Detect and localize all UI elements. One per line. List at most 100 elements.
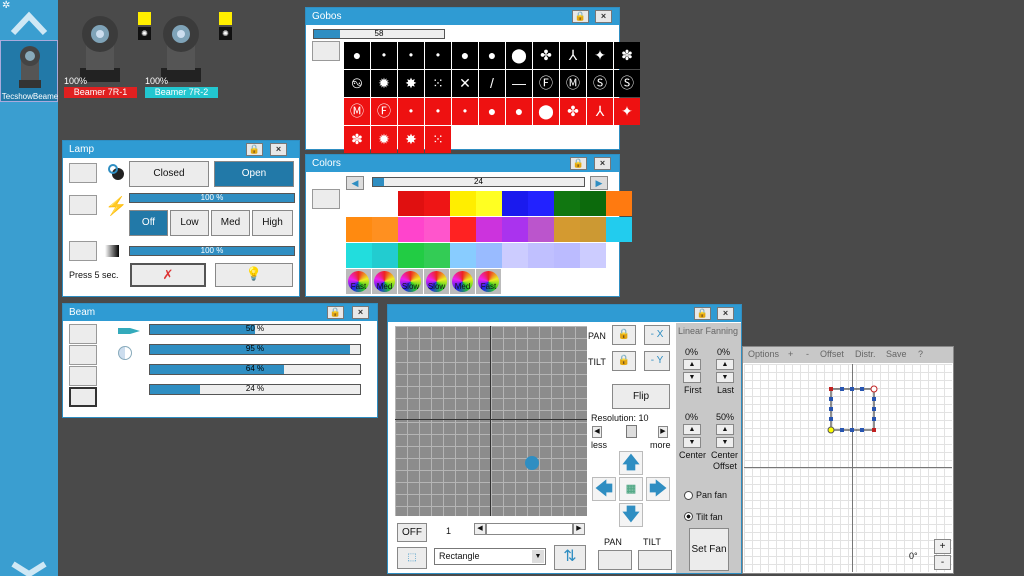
lock-icon[interactable]: 🔒 bbox=[694, 307, 711, 320]
beam-button-3[interactable] bbox=[69, 366, 97, 386]
gobo-bar-icon[interactable]: — bbox=[506, 70, 532, 97]
gobo-med-icon[interactable]: Ⓜ bbox=[344, 98, 370, 125]
pantilt-grid[interactable] bbox=[395, 326, 587, 516]
power-med-button[interactable]: Med bbox=[211, 210, 250, 236]
gobo-dots-icon[interactable]: ⁙ bbox=[425, 126, 451, 153]
lock-icon[interactable]: 🔒 bbox=[570, 157, 587, 170]
shape-menu-item[interactable]: ? bbox=[918, 349, 923, 359]
center-down-button[interactable]: ▼ bbox=[683, 437, 701, 448]
power-high-button[interactable]: High bbox=[252, 210, 293, 236]
gobo-slow-icon[interactable]: Ⓢ bbox=[587, 70, 613, 97]
resolution-less-arrow[interactable]: ◀ bbox=[592, 426, 602, 438]
gobo-slash-icon[interactable]: / bbox=[479, 70, 505, 97]
gobo-dot-medium-icon[interactable]: ● bbox=[479, 42, 505, 69]
color-swatch[interactable] bbox=[554, 191, 580, 216]
shape-grid[interactable]: 0° + - bbox=[744, 364, 952, 572]
invert-y-button[interactable]: - Y bbox=[644, 351, 670, 371]
gobo-open-button[interactable] bbox=[312, 41, 340, 61]
shutter-open-button[interactable]: Open bbox=[214, 161, 294, 187]
dimmer-button[interactable] bbox=[69, 241, 97, 261]
pan-fan-radio[interactable] bbox=[684, 491, 693, 500]
color-swatch[interactable] bbox=[528, 191, 554, 216]
color-open-button[interactable] bbox=[312, 189, 340, 209]
last-down-button[interactable]: ▼ bbox=[716, 372, 734, 383]
last-up-button[interactable]: ▲ bbox=[716, 359, 734, 370]
gobo-dot-icon[interactable]: • bbox=[425, 98, 451, 125]
lamp-off-button[interactable]: ✗ bbox=[130, 263, 206, 287]
gobo-tri-split-icon[interactable]: ⅄ bbox=[560, 42, 586, 69]
beam-level-bar[interactable]: 50 % bbox=[149, 324, 361, 335]
color-swatch[interactable] bbox=[502, 191, 528, 216]
gobo-burst-icon[interactable]: ✹ bbox=[371, 70, 397, 97]
color-swatch[interactable] bbox=[476, 243, 502, 268]
gobo-scatter-icon[interactable]: ✽ bbox=[614, 42, 640, 69]
color-swatch[interactable] bbox=[476, 191, 502, 216]
color-swatch[interactable] bbox=[580, 217, 606, 242]
gobo-fast-icon[interactable]: Ⓕ bbox=[533, 70, 559, 97]
rectangle-path[interactable] bbox=[824, 384, 884, 434]
beam-level-bar[interactable]: 95 % bbox=[149, 344, 361, 355]
gobo-dot-medium-icon[interactable]: ● bbox=[452, 42, 478, 69]
beam-level-bar[interactable]: 24 % bbox=[149, 384, 361, 395]
close-icon[interactable]: × bbox=[717, 307, 734, 320]
effect-off-button[interactable]: OFF bbox=[397, 523, 427, 542]
gobo-dot-icon[interactable]: ● bbox=[479, 98, 505, 125]
power-off-button[interactable]: Off bbox=[129, 210, 168, 236]
power-button[interactable] bbox=[69, 195, 97, 215]
color-swatch[interactable] bbox=[424, 191, 450, 216]
gobo-flower-icon[interactable]: ✤ bbox=[560, 98, 586, 125]
gobo-star-four-icon[interactable]: ✦ bbox=[614, 98, 640, 125]
tilt-fan-radio[interactable] bbox=[684, 512, 693, 521]
gobo-dot-icon[interactable]: • bbox=[452, 98, 478, 125]
color-swatch[interactable] bbox=[554, 217, 580, 242]
pan-lock-button[interactable]: 🔒 bbox=[612, 325, 636, 345]
gobo-med-icon[interactable]: Ⓜ bbox=[560, 70, 586, 97]
color-swatch[interactable] bbox=[450, 191, 476, 216]
gobo-dot-large-icon[interactable]: ⬤ bbox=[506, 42, 532, 69]
dimmer-level-bar[interactable]: 100 % bbox=[129, 246, 295, 256]
offset-down-button[interactable]: ▼ bbox=[716, 437, 734, 448]
close-icon[interactable]: × bbox=[270, 143, 287, 156]
color-swatch[interactable] bbox=[372, 243, 398, 268]
color-swatch[interactable] bbox=[502, 217, 528, 242]
color-wheel-button[interactable]: Slow bbox=[424, 269, 449, 294]
center-up-button[interactable]: ▲ bbox=[683, 424, 701, 435]
color-swatch[interactable] bbox=[346, 217, 372, 242]
gobo-flower-icon[interactable]: ✤ bbox=[533, 42, 559, 69]
beam-button-1[interactable] bbox=[69, 324, 97, 344]
color-prev-arrow[interactable]: ◀ bbox=[346, 176, 364, 190]
gobo-dot-large-icon[interactable]: ● bbox=[344, 42, 370, 69]
beam-level-bar[interactable]: 64 % bbox=[149, 364, 361, 375]
color-swatch[interactable] bbox=[398, 217, 424, 242]
gobo-swirl-icon[interactable]: ࿊ bbox=[344, 70, 370, 97]
first-up-button[interactable]: ▲ bbox=[683, 359, 701, 370]
shape-menu-item[interactable]: Offset bbox=[820, 349, 844, 359]
gobo-star-four-icon[interactable]: ✦ bbox=[587, 42, 613, 69]
arrow-left-button[interactable]: 🡄 bbox=[592, 477, 616, 501]
chevron-down-icon[interactable] bbox=[10, 560, 48, 576]
fixture-tile[interactable]: ✺ 100% Beamer 7R-1 bbox=[64, 8, 151, 100]
lock-icon[interactable]: 🔒 bbox=[327, 306, 344, 319]
color-next-arrow[interactable]: ▶ bbox=[590, 176, 608, 190]
beam-button-2[interactable] bbox=[69, 345, 97, 365]
resolution-slider-thumb[interactable] bbox=[626, 425, 637, 438]
first-down-button[interactable]: ▼ bbox=[683, 372, 701, 383]
color-swatch[interactable] bbox=[554, 243, 580, 268]
resolution-more-arrow[interactable]: ▶ bbox=[658, 426, 668, 438]
invert-x-button[interactable]: - X bbox=[644, 325, 670, 345]
position-dot[interactable] bbox=[525, 456, 539, 470]
color-swatch[interactable] bbox=[450, 243, 476, 268]
lamp-level-bar[interactable]: 100 % bbox=[129, 193, 295, 203]
color-swatch[interactable] bbox=[580, 243, 606, 268]
lock-icon[interactable]: 🔒 bbox=[246, 143, 263, 156]
color-swatch[interactable] bbox=[528, 217, 554, 242]
gobo-stripes-icon[interactable]: ✕ bbox=[452, 70, 478, 97]
gobo-splash-icon[interactable]: ✸ bbox=[398, 126, 424, 153]
set-fan-button[interactable]: Set Fan bbox=[689, 528, 729, 571]
shape-swap-button[interactable]: ⇅ bbox=[554, 545, 586, 570]
gobo-dot-icon[interactable]: ● bbox=[506, 98, 532, 125]
color-wheel-button[interactable]: Med bbox=[372, 269, 397, 294]
tilt-bottom-button[interactable] bbox=[638, 550, 672, 570]
gobo-dot-icon[interactable]: ⬤ bbox=[533, 98, 559, 125]
shutter-closed-button[interactable]: Closed bbox=[129, 161, 209, 187]
